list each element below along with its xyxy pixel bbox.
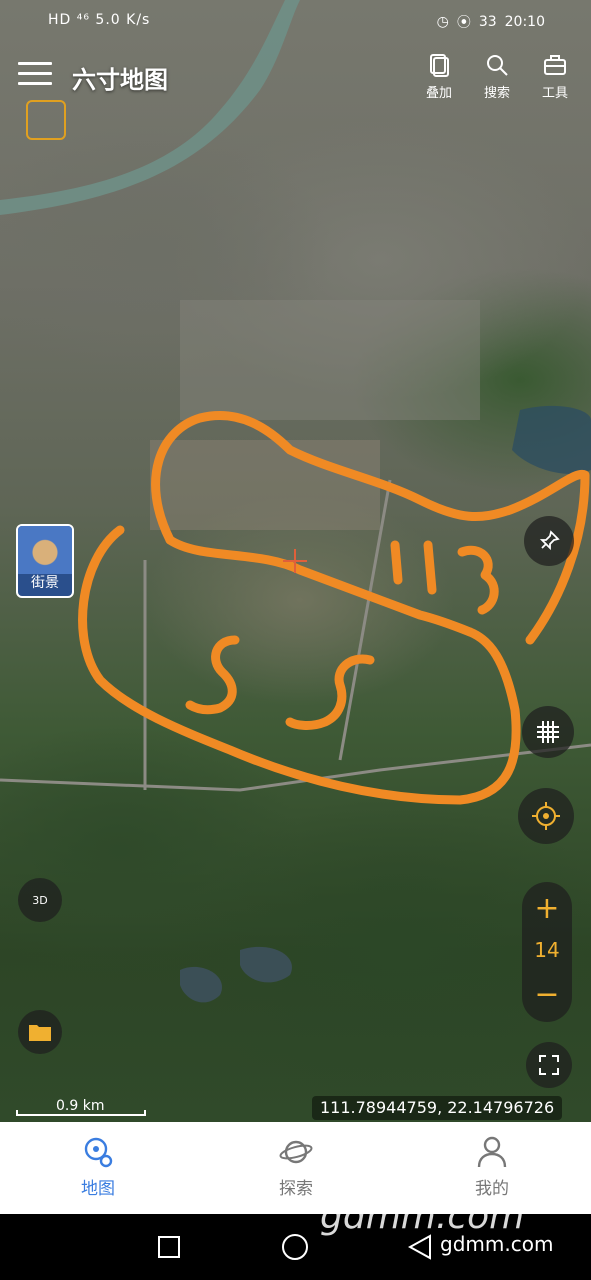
- folder-button[interactable]: [18, 1010, 62, 1054]
- pin-button[interactable]: [524, 516, 574, 566]
- toolbox-icon: [542, 52, 568, 78]
- street-view-thumbnail: [18, 526, 72, 574]
- locate-button[interactable]: [518, 788, 574, 844]
- location-status-icon: ⦿: [456, 15, 471, 31]
- zoom-out-button[interactable]: −: [522, 980, 572, 1010]
- nav-explore[interactable]: 探索: [236, 1134, 356, 1199]
- user-icon: [474, 1134, 510, 1170]
- battery-level: 33: [478, 14, 497, 30]
- satellite-map[interactable]: HD ⁴⁶ 5.0 K/s ◷ ⦿ 33 20:10 六寸地图 叠加 搜索 工具…: [0, 0, 591, 1122]
- layers-label: 叠加: [425, 86, 452, 101]
- coordinates-readout: 111.78944759, 22.14796726: [312, 1096, 563, 1120]
- watermark-small: gdmm.com: [440, 1232, 554, 1256]
- tools-label: 工具: [541, 86, 568, 101]
- scale-bar: 0.9 km: [16, 1098, 148, 1116]
- recent-apps-icon[interactable]: [158, 1236, 180, 1258]
- 3d-button[interactable]: 3D: [18, 878, 62, 922]
- nav-map[interactable]: 地图: [38, 1134, 158, 1199]
- watermark: gdmm.com: [320, 1196, 525, 1237]
- nav-profile[interactable]: 我的: [432, 1134, 552, 1199]
- grid-icon: [537, 721, 559, 743]
- search-button[interactable]: 搜索: [472, 52, 522, 101]
- back-icon[interactable]: [408, 1234, 432, 1260]
- layers-button[interactable]: 叠加: [414, 52, 464, 101]
- map-pin-icon: [80, 1134, 116, 1170]
- fullscreen-icon: [539, 1055, 559, 1075]
- menu-icon[interactable]: [18, 62, 52, 90]
- home-icon[interactable]: [282, 1234, 308, 1260]
- layers-icon: [426, 52, 452, 78]
- alarm-icon: ◷: [436, 14, 449, 30]
- fullscreen-button[interactable]: [526, 1042, 572, 1088]
- nav-map-label: 地图: [81, 1179, 115, 1199]
- 3d-label: 3D: [32, 893, 48, 907]
- map-imagery-overlay: [0, 0, 591, 1003]
- crosshair-icon: [532, 802, 560, 830]
- folder-icon: [29, 1025, 51, 1041]
- zoom-in-button[interactable]: +: [522, 894, 572, 924]
- grid-button[interactable]: [522, 706, 574, 758]
- planet-icon: [278, 1134, 314, 1170]
- pin-icon: [539, 530, 560, 551]
- search-label: 搜索: [483, 86, 510, 101]
- tools-button[interactable]: 工具: [530, 52, 580, 101]
- top-bar: 六寸地图 叠加 搜索 工具: [0, 52, 591, 102]
- status-time: 20:10: [504, 14, 545, 30]
- status-bar: HD ⁴⁶ 5.0 K/s ◷ ⦿ 33 20:10: [0, 8, 591, 36]
- user-location-marker[interactable]: [26, 100, 66, 140]
- search-icon: [484, 52, 510, 78]
- scale-line: [16, 1110, 146, 1116]
- zoom-level: 14: [534, 938, 560, 962]
- street-view-label: 街景: [31, 575, 59, 591]
- network-status: HD ⁴⁶ 5.0 K/s: [48, 12, 151, 28]
- street-view-button[interactable]: 街景: [16, 524, 74, 598]
- app-title: 六寸地图: [72, 66, 168, 94]
